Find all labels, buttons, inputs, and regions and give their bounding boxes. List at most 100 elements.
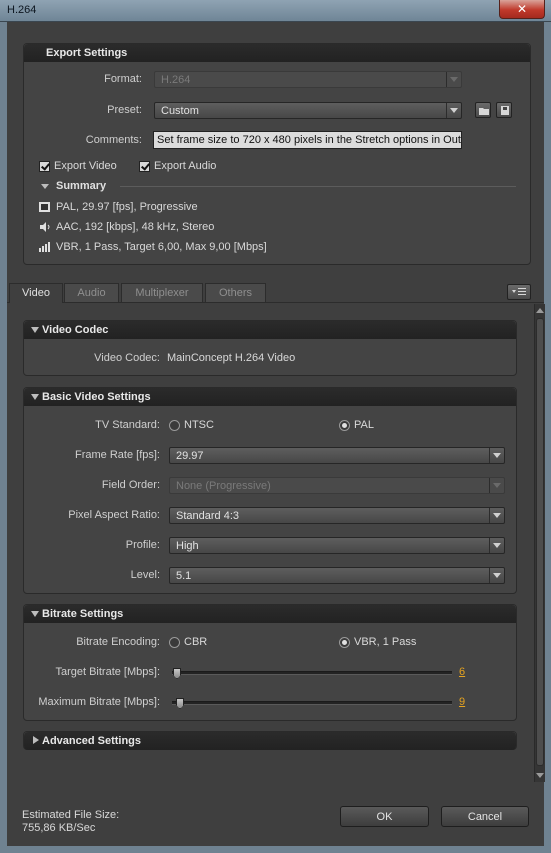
profile-dropdown[interactable]: High xyxy=(169,537,505,554)
cbr-radio[interactable] xyxy=(169,637,180,648)
video-codec-header[interactable]: Video Codec xyxy=(24,321,516,339)
basic-video-title: Basic Video Settings xyxy=(42,391,151,403)
par-dropdown[interactable]: Standard 4:3 xyxy=(169,507,505,524)
basic-video-header[interactable]: Basic Video Settings xyxy=(24,388,516,406)
close-icon: ✕ xyxy=(516,2,528,16)
comments-field[interactable]: Set frame size to 720 x 480 pixels in th… xyxy=(153,131,462,149)
summary-video: PAL, 29.97 [fps], Progressive xyxy=(56,201,198,213)
format-value: H.264 xyxy=(161,74,191,86)
field-order-value: None (Progressive) xyxy=(176,480,271,492)
target-bitrate-track[interactable] xyxy=(172,671,452,675)
frame-rate-dropdown[interactable]: 29.97 xyxy=(169,447,505,464)
panel-menu-button[interactable] xyxy=(507,284,531,300)
video-codec-panel: Video Codec xyxy=(23,320,517,376)
max-bitrate-label: Maximum Bitrate [Mbps]: xyxy=(38,696,160,708)
summary-collapse-icon[interactable] xyxy=(41,184,49,189)
advanced-header[interactable]: Advanced Settings xyxy=(24,732,516,750)
tab-others[interactable]: Others xyxy=(205,283,266,302)
export-video-checkbox[interactable] xyxy=(39,161,50,172)
ok-button[interactable]: OK xyxy=(340,806,429,827)
bitrate-icon xyxy=(39,242,50,252)
target-bitrate-label: Target Bitrate [Mbps]: xyxy=(55,666,160,678)
format-dropdown[interactable]: H.264 xyxy=(154,71,462,88)
level-label: Level: xyxy=(130,569,160,581)
summary-audio: AAC, 192 [kbps], 48 kHz, Stereo xyxy=(56,221,215,233)
export-video-label: Export Video xyxy=(54,160,117,172)
collapse-icon xyxy=(31,394,39,400)
max-bitrate-value[interactable]: 9 xyxy=(459,696,465,708)
bitrate-encoding-label: Bitrate Encoding: xyxy=(76,636,160,648)
tab-multiplexer-label: Multiplexer xyxy=(135,287,189,299)
scroll-thumb[interactable] xyxy=(536,318,544,766)
window-frame-bottom xyxy=(0,846,551,853)
video-codec-label: Video Codec: xyxy=(94,352,160,364)
video-codec-value: MainConcept H.264 Video xyxy=(167,352,296,364)
scroll-down-icon[interactable] xyxy=(536,773,544,778)
collapse-icon xyxy=(31,611,39,617)
chevron-down-icon xyxy=(489,508,504,523)
close-button[interactable]: ✕ xyxy=(499,0,545,19)
summary-divider xyxy=(120,186,516,187)
vertical-scrollbar[interactable] xyxy=(534,304,545,782)
vbr-label: VBR, 1 Pass xyxy=(354,636,417,648)
comments-label: Comments: xyxy=(85,134,142,146)
advanced-title: Advanced Settings xyxy=(42,735,142,747)
summary-title: Summary xyxy=(56,180,107,192)
summary-bitrate: VBR, 1 Pass, Target 6,00, Max 9,00 [Mbps… xyxy=(56,241,267,253)
audio-icon xyxy=(40,222,50,232)
chevron-down-icon xyxy=(489,568,504,583)
level-value: 5.1 xyxy=(176,570,192,582)
ok-label: OK xyxy=(376,811,393,823)
scroll-up-icon[interactable] xyxy=(536,308,544,313)
field-order-label: Field Order: xyxy=(101,479,160,491)
title-bar: H.264 ✕ xyxy=(0,0,551,22)
file-size-label: Estimated File Size: xyxy=(22,809,120,821)
chevron-down-icon xyxy=(489,538,504,553)
frame-rate-value: 29.97 xyxy=(176,450,204,462)
profile-label: Profile: xyxy=(125,539,160,551)
tab-audio[interactable]: Audio xyxy=(64,283,119,302)
max-bitrate-track[interactable] xyxy=(172,701,452,705)
level-dropdown[interactable]: 5.1 xyxy=(169,567,505,584)
tab-others-label: Others xyxy=(218,287,252,299)
window-frame-left xyxy=(0,22,7,853)
chevron-down-icon xyxy=(446,103,461,118)
cbr-label: CBR xyxy=(184,636,208,648)
tab-video[interactable]: Video xyxy=(9,283,63,303)
panel-menu-icon xyxy=(512,288,526,295)
export-audio-label: Export Audio xyxy=(154,160,217,172)
video-icon xyxy=(39,202,50,212)
comments-value: Set frame size to 720 x 480 pixels in th… xyxy=(157,134,462,146)
preset-dropdown[interactable]: Custom xyxy=(154,102,462,119)
export-audio-checkbox[interactable] xyxy=(139,161,150,172)
cancel-label: Cancel xyxy=(467,811,503,823)
cancel-button[interactable]: Cancel xyxy=(441,806,529,827)
tv-ntsc-radio[interactable] xyxy=(169,420,180,431)
par-label: Pixel Aspect Ratio: xyxy=(68,509,160,521)
window-title: H.264 xyxy=(7,4,37,16)
tv-ntsc-label: NTSC xyxy=(184,419,214,431)
window-frame-right xyxy=(544,22,551,853)
frame-rate-label: Frame Rate [fps]: xyxy=(75,449,160,461)
file-size-value: 755,86 KB/Sec xyxy=(22,822,96,834)
tab-audio-label: Audio xyxy=(77,287,106,299)
advanced-panel: Advanced Settings xyxy=(23,731,517,750)
bitrate-title: Bitrate Settings xyxy=(42,608,124,620)
import-preset-button[interactable] xyxy=(496,102,512,118)
export-settings-header: Export Settings xyxy=(24,44,530,62)
profile-value: High xyxy=(176,540,199,552)
tv-pal-radio[interactable] xyxy=(339,420,350,431)
target-bitrate-value[interactable]: 6 xyxy=(459,666,465,678)
save-preset-button[interactable] xyxy=(475,102,491,118)
par-value: Standard 4:3 xyxy=(176,510,239,522)
bitrate-header[interactable]: Bitrate Settings xyxy=(24,605,516,623)
tab-multiplexer[interactable]: Multiplexer xyxy=(121,283,203,302)
tab-strip-line xyxy=(7,302,544,303)
field-order-dropdown[interactable]: None (Progressive) xyxy=(169,477,505,494)
vbr-radio[interactable] xyxy=(339,637,350,648)
import-preset-icon xyxy=(501,106,509,115)
preset-label: Preset: xyxy=(107,104,142,116)
export-settings-title: Export Settings xyxy=(46,47,128,59)
format-label: Format: xyxy=(104,73,142,85)
expand-icon xyxy=(33,736,39,744)
